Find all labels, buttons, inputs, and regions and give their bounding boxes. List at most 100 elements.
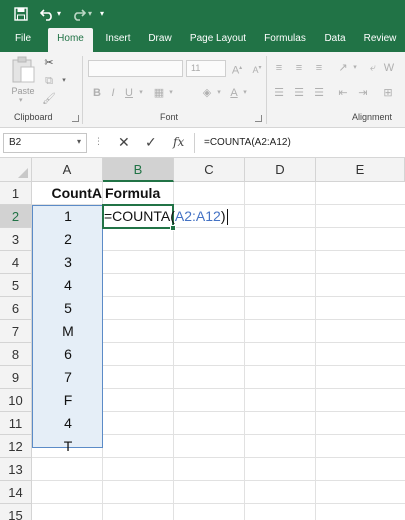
- row-header-10[interactable]: 10: [0, 389, 32, 412]
- fill-color-icon[interactable]: ◈: [200, 86, 214, 100]
- row-gridline: [32, 503, 405, 504]
- column-header-b[interactable]: B: [103, 158, 174, 182]
- increase-font-icon[interactable]: A▴: [230, 61, 244, 78]
- tab-review[interactable]: Review: [359, 28, 401, 52]
- save-icon[interactable]: [14, 4, 28, 24]
- column-gridline: [173, 182, 174, 520]
- row-header-14[interactable]: 14: [0, 481, 32, 504]
- italic-icon[interactable]: I: [108, 86, 118, 100]
- name-box[interactable]: B2: [3, 133, 87, 153]
- decrease-indent-icon[interactable]: ⇤: [336, 86, 350, 100]
- cell-a8[interactable]: 6: [33, 343, 103, 366]
- align-right-icon[interactable]: ☰: [312, 86, 326, 100]
- borders-icon[interactable]: ▦: [152, 86, 166, 100]
- formula-range-ref: A2:A12: [174, 208, 221, 224]
- formula-text: =COUNTA(: [104, 208, 175, 224]
- text-caret: [226, 209, 228, 226]
- name-box-dropdown-icon[interactable]: ▾: [77, 137, 81, 146]
- redo-icon[interactable]: [72, 4, 87, 24]
- paste-label: Paste: [11, 86, 35, 96]
- formula-bar-options-icon[interactable]: ⋮: [94, 136, 103, 147]
- row-header-11[interactable]: 11: [0, 412, 32, 435]
- align-top-icon[interactable]: ≡: [272, 61, 286, 75]
- borders-dropdown-icon[interactable]: ▾: [167, 86, 175, 100]
- ribbon-home: Paste ▾ ✂ ⧉ ▾ 🖌 Clipboard 11 A▴ A▾ B I U…: [0, 52, 405, 128]
- decrease-font-icon[interactable]: A▾: [250, 61, 264, 77]
- select-all-corner[interactable]: [0, 158, 32, 182]
- copy-dropdown-icon[interactable]: ▾: [60, 74, 68, 88]
- format-painter-icon[interactable]: 🖌: [42, 92, 56, 106]
- font-size-dropdown[interactable]: 11: [186, 60, 226, 77]
- paste-button[interactable]: Paste ▾: [8, 56, 38, 106]
- cell-a2[interactable]: 1: [33, 205, 103, 228]
- orientation-dropdown-icon[interactable]: ▾: [351, 61, 359, 75]
- align-middle-icon[interactable]: ≡: [292, 61, 306, 75]
- row-header-9[interactable]: 9: [0, 366, 32, 389]
- redo-dropdown-icon[interactable]: ▾: [88, 4, 92, 24]
- cell-a6[interactable]: 5: [33, 297, 103, 320]
- clipboard-launcher-icon[interactable]: [72, 115, 79, 122]
- row-header-8[interactable]: 8: [0, 343, 32, 366]
- tab-data[interactable]: Data: [318, 28, 352, 52]
- tab-formulas[interactable]: Formulas: [259, 28, 311, 52]
- column-header-d[interactable]: D: [245, 158, 316, 182]
- merge-center-icon[interactable]: ⊞: [380, 86, 396, 100]
- cell-a1[interactable]: CountA: [33, 182, 103, 205]
- row-header-12[interactable]: 12: [0, 435, 32, 458]
- row-header-13[interactable]: 13: [0, 458, 32, 481]
- align-bottom-icon[interactable]: ≡: [312, 61, 326, 75]
- enter-icon[interactable]: ✓: [145, 134, 157, 151]
- cell-a10[interactable]: F: [33, 389, 103, 412]
- align-center-icon[interactable]: ☰: [292, 86, 306, 100]
- row-header-1[interactable]: 1: [0, 182, 32, 205]
- column-header-a[interactable]: A: [32, 158, 103, 182]
- paste-dropdown-icon[interactable]: ▾: [19, 96, 23, 104]
- formula-input[interactable]: =COUNTA(A2:A12): [200, 133, 405, 153]
- cell-a4[interactable]: 3: [33, 251, 103, 274]
- cell-a11[interactable]: 4: [33, 412, 103, 435]
- row-header-5[interactable]: 5: [0, 274, 32, 297]
- underline-icon[interactable]: U: [124, 86, 134, 100]
- row-header-4[interactable]: 4: [0, 251, 32, 274]
- underline-dropdown-icon[interactable]: ▾: [137, 86, 145, 100]
- cell-b2-editor[interactable]: =COUNTA(A2:A12): [104, 205, 228, 228]
- insert-function-icon[interactable]: fx: [173, 135, 184, 149]
- cell-a12[interactable]: T: [33, 435, 103, 458]
- title-bar: ▾ ▾ ▾: [0, 0, 405, 28]
- font-launcher-icon[interactable]: [255, 115, 262, 122]
- align-left-icon[interactable]: ☰: [272, 86, 286, 100]
- cell-b1[interactable]: Formula: [104, 182, 184, 205]
- worksheet-grid[interactable]: A B C D E 1 2 3 4 5 6 7 8 9 10 11 12 13 14 15 CountA F…: [0, 158, 405, 520]
- copy-icon[interactable]: ⧉: [42, 74, 56, 88]
- column-header-e[interactable]: E: [316, 158, 405, 182]
- tab-draw[interactable]: Draw: [143, 28, 177, 52]
- orientation-icon[interactable]: ↗: [336, 61, 350, 75]
- font-name-dropdown[interactable]: [88, 60, 183, 77]
- tab-insert[interactable]: Insert: [100, 28, 136, 52]
- fill-color-dropdown-icon[interactable]: ▾: [215, 86, 223, 100]
- cell-a3[interactable]: 2: [33, 228, 103, 251]
- font-color-icon[interactable]: A: [228, 86, 240, 100]
- undo-dropdown-icon[interactable]: ▾: [57, 4, 61, 24]
- cut-icon[interactable]: ✂: [42, 56, 56, 70]
- increase-indent-icon[interactable]: ⇥: [356, 86, 370, 100]
- bold-icon[interactable]: B: [92, 86, 102, 100]
- row-header-2[interactable]: 2: [0, 205, 32, 228]
- cell-a7[interactable]: M: [33, 320, 103, 343]
- tab-home[interactable]: Home: [48, 28, 93, 52]
- customize-qat-icon[interactable]: ▾: [100, 4, 104, 24]
- wrap-text-icon[interactable]: ⤶: [366, 61, 380, 75]
- wrap-text-label[interactable]: W: [382, 61, 396, 75]
- row-header-3[interactable]: 3: [0, 228, 32, 251]
- tab-file[interactable]: File: [8, 28, 38, 52]
- row-header-6[interactable]: 6: [0, 297, 32, 320]
- cell-a9[interactable]: 7: [33, 366, 103, 389]
- column-header-c[interactable]: C: [174, 158, 245, 182]
- undo-icon[interactable]: [39, 4, 54, 24]
- cell-a5[interactable]: 4: [33, 274, 103, 297]
- font-color-dropdown-icon[interactable]: ▾: [241, 86, 249, 100]
- row-header-15[interactable]: 15: [0, 504, 32, 520]
- cancel-icon[interactable]: ✕: [118, 134, 130, 151]
- tab-page-layout[interactable]: Page Layout: [186, 28, 250, 52]
- row-header-7[interactable]: 7: [0, 320, 32, 343]
